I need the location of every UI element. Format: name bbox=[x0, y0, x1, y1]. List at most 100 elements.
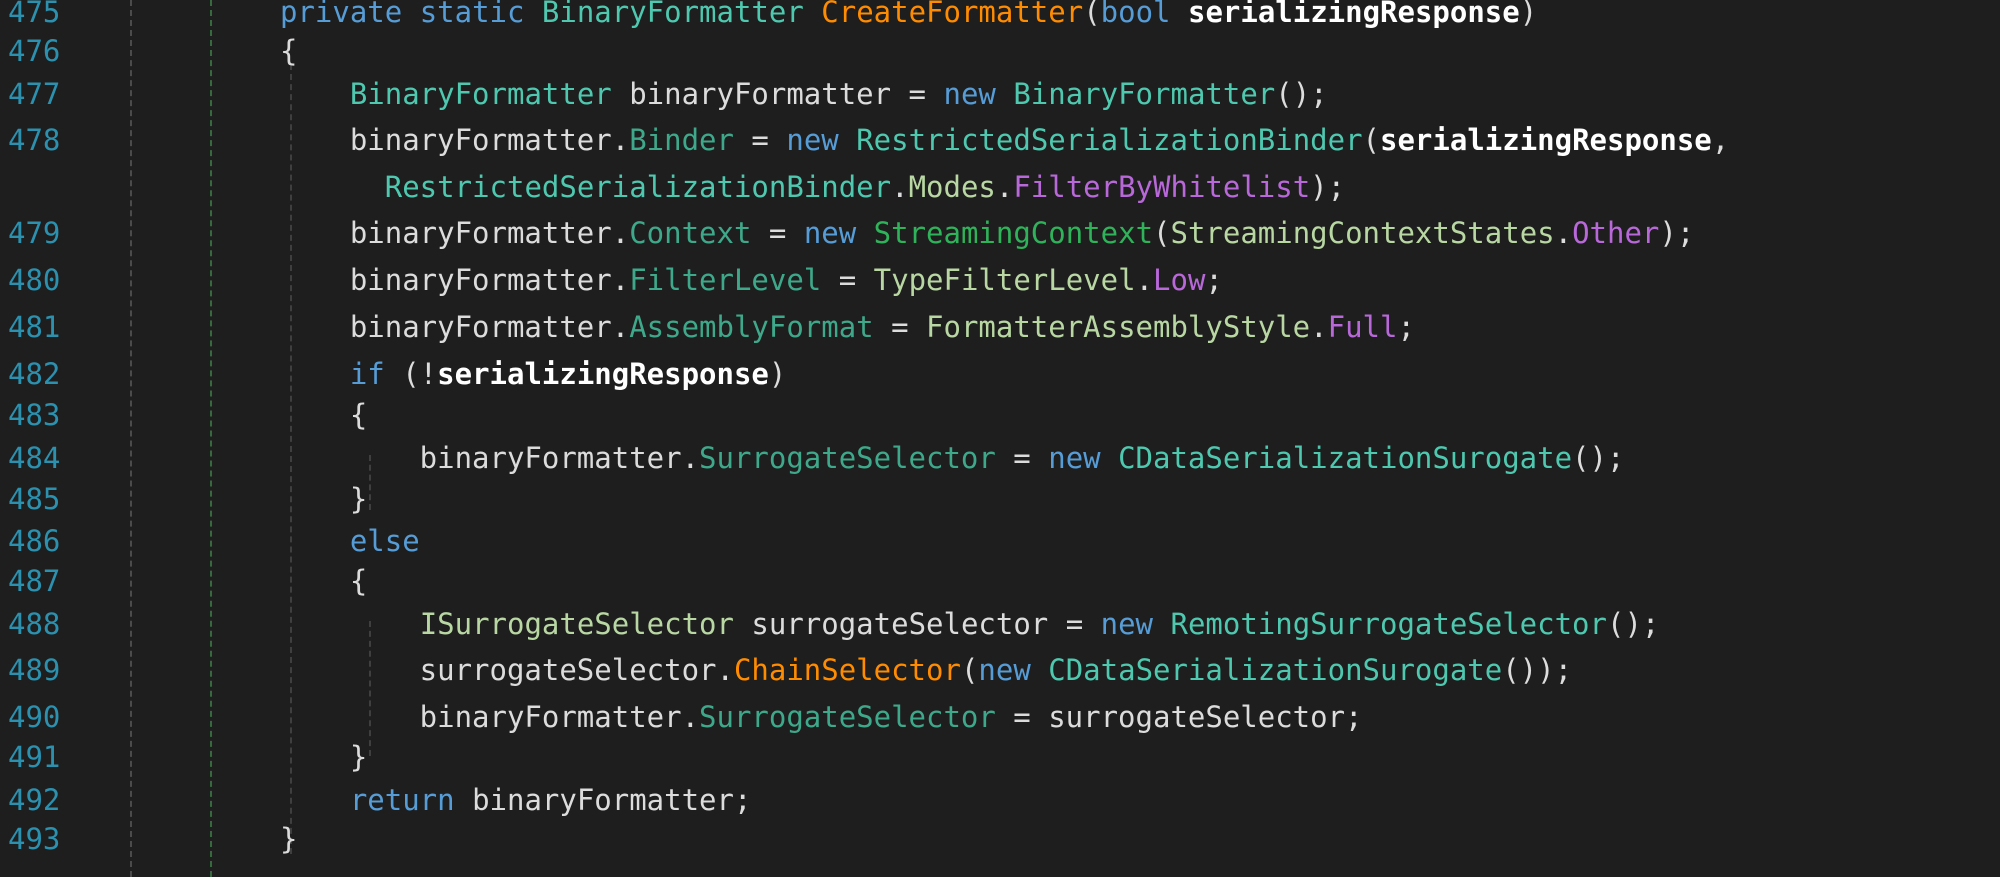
code-line[interactable]: RestrictedSerializationBinder.Modes.Filt… bbox=[0, 166, 2000, 208]
code-token: } bbox=[280, 822, 298, 856]
code-token: (); bbox=[1606, 607, 1660, 641]
code-token: StreamingContextStates bbox=[1170, 216, 1555, 250]
code-token: . bbox=[1135, 263, 1154, 297]
code-text[interactable]: } bbox=[280, 736, 367, 778]
code-line[interactable]: 488 ISurrogateSelector surrogateSelector… bbox=[0, 603, 2000, 645]
code-text[interactable]: if (!serializingResponse) bbox=[280, 353, 787, 395]
code-token: SurrogateSelector bbox=[699, 700, 996, 734]
code-text[interactable]: binaryFormatter.FilterLevel = TypeFilter… bbox=[280, 259, 1223, 301]
code-line[interactable]: 482 if (!serializingResponse) bbox=[0, 353, 2000, 395]
code-token: ( bbox=[1083, 0, 1101, 29]
code-token: return bbox=[349, 783, 455, 817]
code-text[interactable]: else bbox=[280, 520, 420, 562]
code-text[interactable]: return binaryFormatter; bbox=[280, 779, 752, 821]
code-text[interactable]: binaryFormatter.SurrogateSelector = new … bbox=[280, 437, 1625, 479]
code-token: TypeFilterLevel bbox=[873, 263, 1136, 297]
code-text[interactable]: binaryFormatter.AssemblyFormat = Formatt… bbox=[280, 306, 1415, 348]
code-line[interactable]: 477 BinaryFormatter binaryFormatter = ne… bbox=[0, 73, 2000, 115]
code-token: Low bbox=[1153, 263, 1206, 297]
code-text[interactable]: RestrictedSerializationBinder.Modes.Filt… bbox=[280, 166, 1345, 208]
code-line[interactable]: 481 binaryFormatter.AssemblyFormat = For… bbox=[0, 306, 2000, 348]
code-token: StreamingContext bbox=[873, 216, 1154, 250]
code-token: surrogateSelector = bbox=[733, 607, 1101, 641]
code-token: = bbox=[995, 441, 1049, 475]
line-number: 477 bbox=[8, 77, 61, 111]
code-line[interactable]: 484 binaryFormatter.SurrogateSelector = … bbox=[0, 437, 2000, 479]
code-text[interactable]: } bbox=[280, 818, 297, 860]
code-token: BinaryFormatter bbox=[349, 77, 612, 111]
code-token: BinaryFormatter bbox=[1013, 77, 1276, 111]
code-line[interactable]: 475 private static BinaryFormatter Create… bbox=[0, 0, 2000, 33]
code-line[interactable]: 489 surrogateSelector.ChainSelector(new … bbox=[0, 649, 2000, 691]
code-token: binaryFormatter. bbox=[280, 441, 700, 475]
code-editor[interactable]: 475 private static BinaryFormatter Create… bbox=[0, 0, 2000, 877]
code-token: = surrogateSelector; bbox=[995, 700, 1363, 734]
line-number: 478 bbox=[8, 123, 61, 157]
code-token: = bbox=[751, 216, 804, 250]
code-token: ChainSelector bbox=[733, 653, 961, 687]
code-line[interactable]: 490 binaryFormatter.SurrogateSelector = … bbox=[0, 696, 2000, 738]
code-line[interactable]: 478 binaryFormatter.Binder = new Restric… bbox=[0, 119, 2000, 161]
code-line[interactable]: 493} bbox=[0, 818, 2000, 860]
line-number: 485 bbox=[8, 482, 61, 516]
code-token: binaryFormatter. bbox=[280, 700, 700, 734]
code-line[interactable]: 492 return binaryFormatter; bbox=[0, 779, 2000, 821]
code-token: Full bbox=[1327, 310, 1398, 344]
code-line[interactable]: 491 } bbox=[0, 736, 2000, 778]
code-line[interactable]: 487 { bbox=[0, 560, 2000, 602]
code-text[interactable]: } bbox=[280, 478, 367, 520]
line-number: 489 bbox=[8, 653, 61, 687]
code-token: , bbox=[1711, 123, 1730, 157]
code-text[interactable]: ISurrogateSelector surrogateSelector = n… bbox=[280, 603, 1660, 645]
code-token: FilterByWhitelist bbox=[1013, 170, 1311, 204]
code-line[interactable]: 485 } bbox=[0, 478, 2000, 520]
code-text[interactable]: binaryFormatter.SurrogateSelector = surr… bbox=[280, 696, 1363, 738]
code-text[interactable]: binaryFormatter.Context = new StreamingC… bbox=[280, 212, 1694, 254]
code-token: serializingResponse bbox=[1380, 123, 1712, 157]
code-token: ); bbox=[1659, 216, 1695, 250]
code-line[interactable]: 476 { bbox=[0, 30, 2000, 72]
code-text[interactable]: BinaryFormatter binaryFormatter = new Bi… bbox=[280, 73, 1328, 115]
code-token: CDataSerializationSurogate bbox=[1118, 441, 1573, 475]
code-text[interactable]: { bbox=[280, 560, 367, 602]
code-token: ) bbox=[768, 357, 787, 391]
code-token: = bbox=[821, 263, 874, 297]
code-token: binaryFormatter. bbox=[280, 123, 630, 157]
code-token: FilterLevel bbox=[629, 263, 822, 297]
code-text[interactable]: { bbox=[280, 394, 367, 436]
code-text[interactable]: private static BinaryFormatter CreateFor… bbox=[280, 0, 1537, 33]
code-token: binaryFormatter = bbox=[611, 77, 944, 111]
code-text[interactable]: { bbox=[280, 30, 297, 72]
code-text[interactable]: surrogateSelector.ChainSelector(new CDat… bbox=[280, 649, 1572, 691]
code-line[interactable]: 486 else bbox=[0, 520, 2000, 562]
line-number: 491 bbox=[8, 740, 61, 774]
line-number: 488 bbox=[8, 607, 61, 641]
line-number: 487 bbox=[8, 564, 61, 598]
code-text[interactable]: binaryFormatter.Binder = new RestrictedS… bbox=[280, 119, 1729, 161]
code-token: RemotingSurrogateSelector bbox=[1170, 607, 1607, 641]
code-line[interactable]: 480 binaryFormatter.FilterLevel = TypeFi… bbox=[0, 259, 2000, 301]
code-token: Other bbox=[1572, 216, 1660, 250]
code-token: new bbox=[1048, 441, 1101, 475]
line-number: 481 bbox=[8, 310, 61, 344]
code-token: ( bbox=[1362, 123, 1381, 157]
code-token: new bbox=[1100, 607, 1154, 641]
code-token: RestrictedSerializationBinder bbox=[856, 123, 1363, 157]
code-token: new bbox=[786, 123, 839, 157]
code-line[interactable]: 479 binaryFormatter.Context = new Stream… bbox=[0, 212, 2000, 254]
code-token: { bbox=[280, 398, 368, 432]
code-token: private bbox=[280, 0, 403, 29]
code-token: ( bbox=[1153, 216, 1171, 250]
code-token: . bbox=[995, 170, 1014, 204]
code-line[interactable]: 483 { bbox=[0, 394, 2000, 436]
